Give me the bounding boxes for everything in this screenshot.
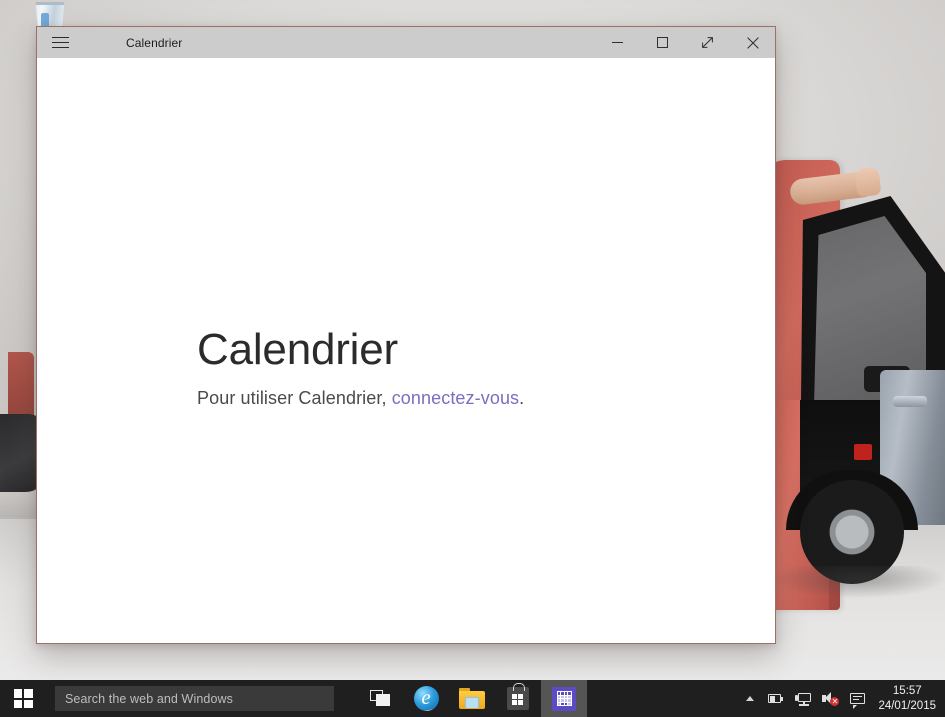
taskbar-item-calendar[interactable] (541, 680, 587, 717)
hamburger-menu-button[interactable] (37, 27, 83, 58)
wallpaper-car-door-handle (893, 396, 927, 407)
fullscreen-button[interactable] (685, 27, 730, 58)
close-button[interactable] (730, 27, 775, 58)
close-icon (747, 37, 759, 49)
fullscreen-icon (701, 36, 714, 49)
window-title: Calendrier (126, 36, 182, 50)
taskbar-item-file-explorer[interactable] (449, 680, 495, 717)
window-titlebar[interactable]: Calendrier (37, 27, 775, 58)
maximize-icon (657, 37, 668, 48)
window-content-area: Calendrier Pour utiliser Calendrier, con… (37, 58, 775, 643)
wallpaper-person-hand (855, 167, 882, 197)
taskbar: Search the web and Windows (0, 680, 945, 717)
taskbar-app-buttons (357, 680, 587, 717)
hamburger-icon (52, 37, 69, 49)
calendar-app-window[interactable]: Calendrier (36, 26, 776, 644)
action-center-icon (849, 691, 866, 706)
search-placeholder: Search the web and Windows (65, 692, 233, 706)
signin-message-suffix: . (519, 388, 524, 408)
calendar-icon (552, 687, 576, 711)
network-icon (795, 691, 812, 706)
clock-date: 24/01/2015 (878, 699, 936, 713)
signin-message: Pour utiliser Calendrier, connectez-vous… (197, 388, 524, 409)
signin-message-prefix: Pour utiliser Calendrier, (197, 388, 392, 408)
battery-icon (768, 691, 785, 706)
task-view-icon (370, 690, 391, 707)
internet-explorer-icon (414, 686, 439, 711)
store-icon (507, 687, 529, 710)
tray-item-battery[interactable] (763, 680, 790, 717)
maximize-button[interactable] (640, 27, 685, 58)
tray-item-volume[interactable]: ✕ (817, 680, 844, 717)
wallpaper-car-reflector (854, 444, 872, 460)
minimize-button[interactable] (595, 27, 640, 58)
signin-prompt: Calendrier Pour utiliser Calendrier, con… (197, 328, 524, 409)
show-hidden-icons-button[interactable] (737, 680, 763, 717)
wallpaper-ground-shadow (772, 566, 945, 598)
clock-time: 15:57 (893, 684, 922, 698)
search-input[interactable]: Search the web and Windows (55, 686, 334, 711)
minimize-icon (612, 37, 623, 48)
signin-link[interactable]: connectez-vous (392, 388, 519, 408)
tray-item-action-center[interactable] (844, 680, 871, 717)
taskbar-item-store[interactable] (495, 680, 541, 717)
start-button[interactable] (0, 680, 46, 717)
windows-start-icon (14, 689, 33, 708)
tray-item-network[interactable] (790, 680, 817, 717)
desktop[interactable]: Co Calendrier (0, 0, 945, 717)
file-explorer-icon (459, 688, 485, 709)
taskbar-item-internet-explorer[interactable] (403, 680, 449, 717)
clock[interactable]: 15:57 24/01/2015 (871, 680, 945, 717)
page-title: Calendrier (197, 328, 524, 372)
chevron-up-icon (746, 696, 754, 701)
system-tray: ✕ 15:57 24/01/2015 (737, 680, 945, 717)
taskbar-item-task-view[interactable] (357, 680, 403, 717)
volume-muted-icon: ✕ (822, 691, 839, 706)
